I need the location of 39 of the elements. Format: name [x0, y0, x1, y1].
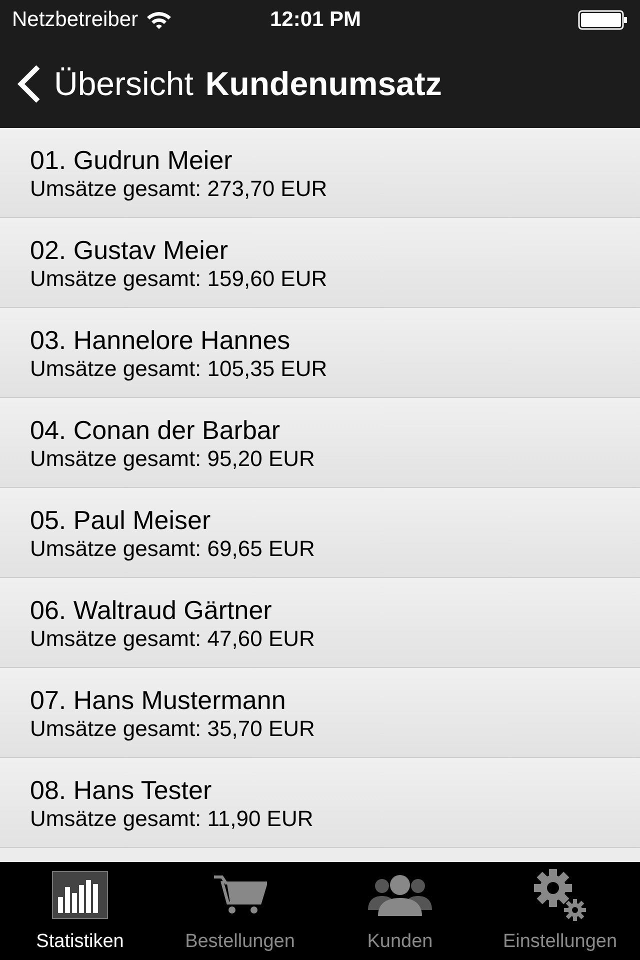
customer-name: 06. Waltraud Gärtner: [30, 594, 273, 626]
sales-total: Umsätze gesamt: 159,60 EUR: [30, 266, 328, 292]
customer-row[interactable]: 02. Gustav Meier Umsätze gesamt: 159,60 EUR: [0, 218, 640, 308]
customer-row[interactable]: 03. Hannelore Hannes Umsätze gesamt: 105,35 EUR: [0, 308, 640, 398]
customer-row[interactable]: 08. Hans Tester Umsätze gesamt: 11,90 EUR: [0, 758, 640, 848]
wifi-icon: [146, 10, 172, 30]
sales-total: Umsätze gesamt: 105,35 EUR: [30, 356, 328, 382]
status-time: 12:01 PM: [270, 7, 362, 34]
cart-icon: [213, 874, 267, 914]
customer-name: 02. Gustav Meier: [30, 234, 229, 266]
customer-name: 08. Hans Tester: [30, 774, 213, 806]
chevron-left-icon: [16, 64, 42, 104]
screen-title: Kundenumsatz: [205, 64, 442, 104]
bar-chart-icon: [52, 870, 108, 918]
customer-row[interactable]: 04. Conan der Barbar Umsätze gesamt: 95,20 EUR: [0, 398, 640, 488]
customer-name: 03. Hannelore Hannes: [30, 324, 292, 356]
tab-bar-item[interactable]: Statistiken: [0, 862, 160, 960]
tab-bar-item[interactable]: Bestellungen: [160, 862, 320, 960]
customer-name: 01. Gudrun Meier: [30, 144, 234, 176]
sales-total: Umsätze gesamt: 69,65 EUR: [30, 536, 316, 562]
sales-total: Umsätze gesamt: 35,70 EUR: [30, 716, 316, 742]
people-icon: [368, 874, 432, 916]
customer-row[interactable]: 05. Paul Meiser Umsätze gesamt: 69,65 EUR: [0, 488, 640, 578]
customer-row[interactable]: 06. Waltraud Gärtner Umsätze gesamt: 47,60 EUR: [0, 578, 640, 668]
carrier-name: Netzbetreiber: [12, 7, 138, 34]
tab-bar-item[interactable]: Kunden: [320, 862, 480, 960]
sales-total: Umsätze gesamt: 11,90 EUR: [30, 806, 314, 832]
gears-icon: [533, 868, 587, 922]
tab-bar-item[interactable]: Einstellungen: [480, 862, 640, 960]
sales-total: Umsätze gesamt: 273,70 EUR: [30, 176, 328, 202]
customer-name: 04. Conan der Barbar: [30, 414, 282, 446]
customer-row[interactable]: 01. Gudrun Meier Umsätze gesamt: 273,70 EUR: [0, 128, 640, 218]
back-button[interactable]: Übersicht: [16, 59, 194, 109]
sales-total: Umsätze gesamt: 47,60 EUR: [30, 626, 316, 652]
customer-name: 07. Hans Mustermann: [30, 684, 287, 716]
battery-icon: [578, 10, 628, 30]
customer-name: 05. Paul Meiser: [30, 504, 212, 536]
sales-total: Umsätze gesamt: 95,20 EUR: [30, 446, 316, 472]
customer-row[interactable]: 07. Hans Mustermann Umsätze gesamt: 35,70 EUR: [0, 668, 640, 758]
